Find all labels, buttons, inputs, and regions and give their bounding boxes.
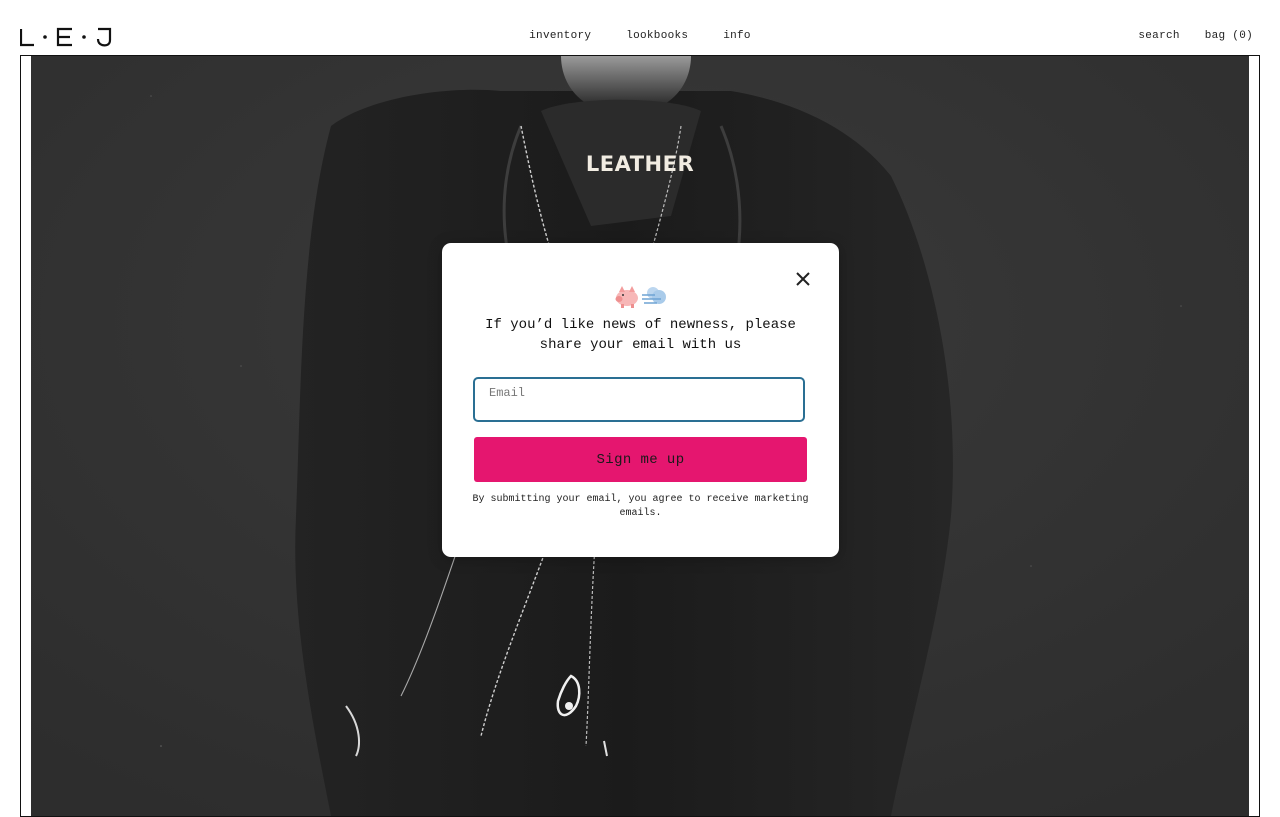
bag-link[interactable]: bag (0) — [1205, 30, 1253, 42]
popup-disclaimer: By submitting your email, you agree to r… — [472, 494, 809, 519]
nav-lookbooks-link[interactable]: lookbooks — [626, 30, 688, 42]
email-field[interactable]: Email — [473, 377, 805, 422]
hero-title: LEATHER — [585, 152, 695, 176]
main-nav: inventory lookbooks info — [0, 30, 1280, 42]
nav-info-link[interactable]: info — [723, 30, 751, 42]
emoji-group — [615, 286, 666, 308]
site-header: inventory lookbooks info search bag (0) — [0, 0, 1280, 56]
popup-message: If you’d like news of newness, please sh… — [485, 317, 796, 353]
newsletter-popup: If you’d like news of newness, please sh… — [442, 243, 839, 557]
search-link[interactable]: search — [1138, 30, 1179, 42]
wind-icon — [641, 287, 666, 304]
nav-inventory-link[interactable]: inventory — [529, 30, 591, 42]
pig-icon — [615, 286, 638, 308]
email-label: Email — [489, 386, 526, 400]
sign-up-button[interactable]: Sign me up — [474, 437, 807, 482]
email-input[interactable] — [489, 401, 793, 418]
header-actions: search bag (0) — [1120, 30, 1253, 42]
emoji-row — [442, 283, 839, 309]
